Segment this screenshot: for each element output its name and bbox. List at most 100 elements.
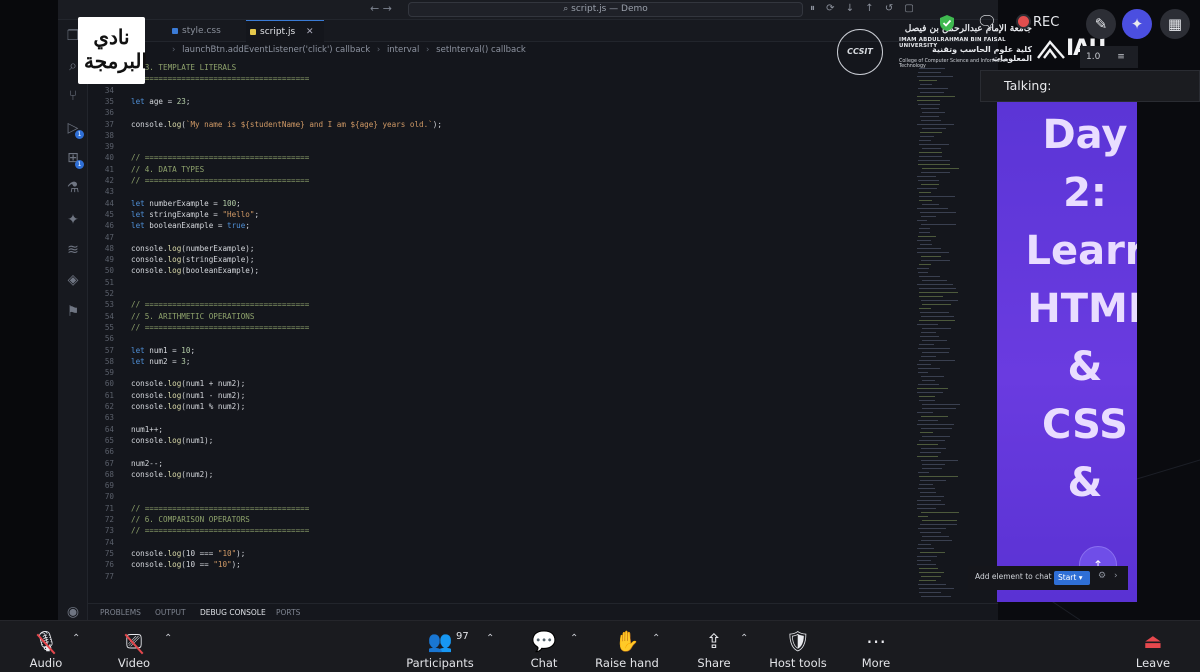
code-line[interactable]: 51 [88, 277, 908, 288]
code-line[interactable]: 38 [88, 130, 908, 141]
code-line[interactable]: 64 num1++; [88, 424, 908, 435]
code-line[interactable]: 66 [88, 446, 908, 457]
remote-icon[interactable]: ⚑ [65, 304, 81, 320]
breadcrumb-item[interactable]: launchBtn.addEventListener('click') call… [182, 45, 370, 55]
code-line[interactable]: 76 console.log(10 == "10"); [88, 559, 908, 570]
close-icon[interactable]: ✕ [306, 27, 314, 37]
code-line[interactable]: 70 [88, 491, 908, 502]
annotate-pencil-icon[interactable]: ✎ [1086, 9, 1116, 39]
command-center-search[interactable]: ⌕ script.js — Demo [408, 2, 803, 17]
captions-icon[interactable]: 🗨 [976, 12, 998, 32]
code-line[interactable]: 62 console.log(num1 % num2); [88, 401, 908, 412]
code-line[interactable]: 75 console.log(10 === "10"); [88, 548, 908, 559]
code-line[interactable]: 59 [88, 367, 908, 378]
code-line[interactable]: 73 // ===================================… [88, 525, 908, 536]
code-line[interactable]: 54 // 5. ARITHMETIC OPERATIONS [88, 311, 908, 322]
video-options-chevron-icon[interactable]: ⌃ [164, 633, 172, 644]
settings-icon[interactable]: ⚙ [1098, 571, 1106, 581]
code-line[interactable]: 68 console.log(num2); [88, 469, 908, 480]
code-line[interactable]: 34 [88, 85, 908, 96]
code-line[interactable]: 41 // 4. DATA TYPES [88, 164, 908, 175]
minimap-line [922, 204, 939, 205]
recording-indicator[interactable]: REC [1018, 14, 1059, 32]
minimap-line [917, 252, 949, 253]
code-line[interactable]: 37 console.log(`My name is ${studentName}… [88, 119, 908, 130]
code-line[interactable]: 44 let numberExample = 100; [88, 198, 908, 209]
nav-arrows[interactable]: ← → [370, 2, 392, 15]
host-tools-button[interactable]: 🛡 Host tools [764, 621, 832, 672]
code-line[interactable]: 52 [88, 288, 908, 299]
code-line[interactable]: 46 let booleanExample = true; [88, 220, 908, 231]
code-line[interactable]: 56 [88, 333, 908, 344]
audio-options-chevron-icon[interactable]: ⌃ [72, 633, 80, 644]
database-icon[interactable]: ≋ [65, 242, 81, 258]
debug-controls[interactable]: ⏸ ⟳ ↓ ↑ ↺ ▢ [810, 3, 918, 14]
code-line[interactable]: 74 [88, 537, 908, 548]
code-line[interactable]: 42 // ===================================… [88, 175, 908, 186]
chevron-right-icon[interactable]: › [1114, 571, 1118, 581]
code-line[interactable]: 72 // 6. COMPARISON OPERATORS [88, 514, 908, 525]
code-line[interactable]: 47 [88, 232, 908, 243]
testing-icon[interactable]: ⚗ [65, 180, 81, 196]
code-line[interactable]: 69 [88, 480, 908, 491]
share-options-chevron-icon[interactable]: ⌃ [740, 633, 748, 644]
raise-hand-button[interactable]: ✋ Raise hand [592, 621, 662, 672]
code-line[interactable]: 63 [88, 412, 908, 423]
participants-options-chevron-icon[interactable]: ⌃ [486, 633, 494, 644]
breadcrumb-item[interactable]: interval [387, 45, 419, 55]
slide-text-line: 2: [1063, 170, 1107, 216]
code-line[interactable]: 49 console.log(stringExample); [88, 254, 908, 265]
code-line[interactable]: 48 console.log(numberExample); [88, 243, 908, 254]
minimap-line [921, 260, 950, 261]
tab-output[interactable]: OUTPUT [155, 604, 186, 620]
minimap[interactable] [913, 58, 993, 603]
code-line[interactable]: 53 // ===================================… [88, 299, 908, 310]
code-line[interactable]: 32// 3. TEMPLATE LITERALS [88, 62, 908, 73]
reactions-chevron-icon[interactable]: ⌃ [652, 633, 660, 644]
code-line[interactable]: 61 console.log(num1 - num2); [88, 390, 908, 401]
python-icon[interactable]: ✦ [65, 212, 81, 228]
source-control-icon[interactable]: ⑂ [65, 88, 81, 104]
code-editor[interactable]: 32// 3. TEMPLATE LITERALS33// ==========… [88, 58, 908, 603]
code-line[interactable]: 77 [88, 571, 908, 582]
share-button[interactable]: ⇪ Share [688, 621, 740, 672]
audio-button[interactable]: 🎙 Audio [20, 621, 72, 672]
menu-icon[interactable]: ≡ [1117, 52, 1125, 62]
chat-options-chevron-icon[interactable]: ⌃ [570, 633, 578, 644]
code-line[interactable]: 67 num2--; [88, 458, 908, 469]
line-number: 63 [104, 413, 114, 423]
code-line[interactable]: 33// ===================================… [88, 73, 908, 84]
code-line[interactable]: 36 [88, 107, 908, 118]
code-line[interactable]: 35 let age = 23; [88, 96, 908, 107]
apps-grid-icon[interactable]: ▦ [1160, 9, 1190, 39]
tab-debug-console[interactable]: DEBUG CONSOLE [200, 604, 266, 620]
start-button[interactable]: Start ▾ [1054, 571, 1090, 585]
tab-style-css[interactable]: style.css [168, 20, 246, 42]
tab-problems[interactable]: PROBLEMS [100, 604, 141, 620]
code-line[interactable]: 43 [88, 186, 908, 197]
tab-ports[interactable]: PORTS [276, 604, 300, 620]
slide-preview: Day 2: Learr HTMI & CSS & ↑ [997, 102, 1137, 602]
code-line[interactable]: 60 console.log(num1 + num2); [88, 378, 908, 389]
ai-companion-icon[interactable]: ✦ [1122, 9, 1152, 39]
account-icon[interactable]: ◉ [65, 604, 81, 620]
video-button[interactable]: ⎚ Video [108, 621, 160, 672]
code-line[interactable]: 40 // ===================================… [88, 152, 908, 163]
code-line[interactable]: 58 let num2 = 3; [88, 356, 908, 367]
code-line[interactable]: 55 // ===================================… [88, 322, 908, 333]
more-button[interactable]: ⋯ More [850, 621, 902, 672]
code-line[interactable]: 45 let stringExample = "Hello"; [88, 209, 908, 220]
breadcrumb-item[interactable]: setInterval() callback [436, 45, 526, 55]
code-line[interactable]: 50 console.log(booleanExample); [88, 265, 908, 276]
code-line[interactable]: 65 console.log(num1); [88, 435, 908, 446]
code-line[interactable]: 57 let num1 = 10; [88, 345, 908, 356]
minimap-line [919, 296, 943, 297]
code-line[interactable]: 39 [88, 141, 908, 152]
participants-button[interactable]: 👥 97 Participants [402, 621, 478, 672]
tab-script-js[interactable]: script.js ✕ [246, 20, 324, 42]
view-zoom-indicator[interactable]: 1.0 ≡ [1080, 46, 1138, 68]
layers-icon[interactable]: ◈ [65, 272, 81, 288]
code-line[interactable]: 71 // ===================================… [88, 503, 908, 514]
leave-button[interactable]: ⏏ Leave [1128, 621, 1178, 672]
chat-button[interactable]: 💬 Chat [518, 621, 570, 672]
